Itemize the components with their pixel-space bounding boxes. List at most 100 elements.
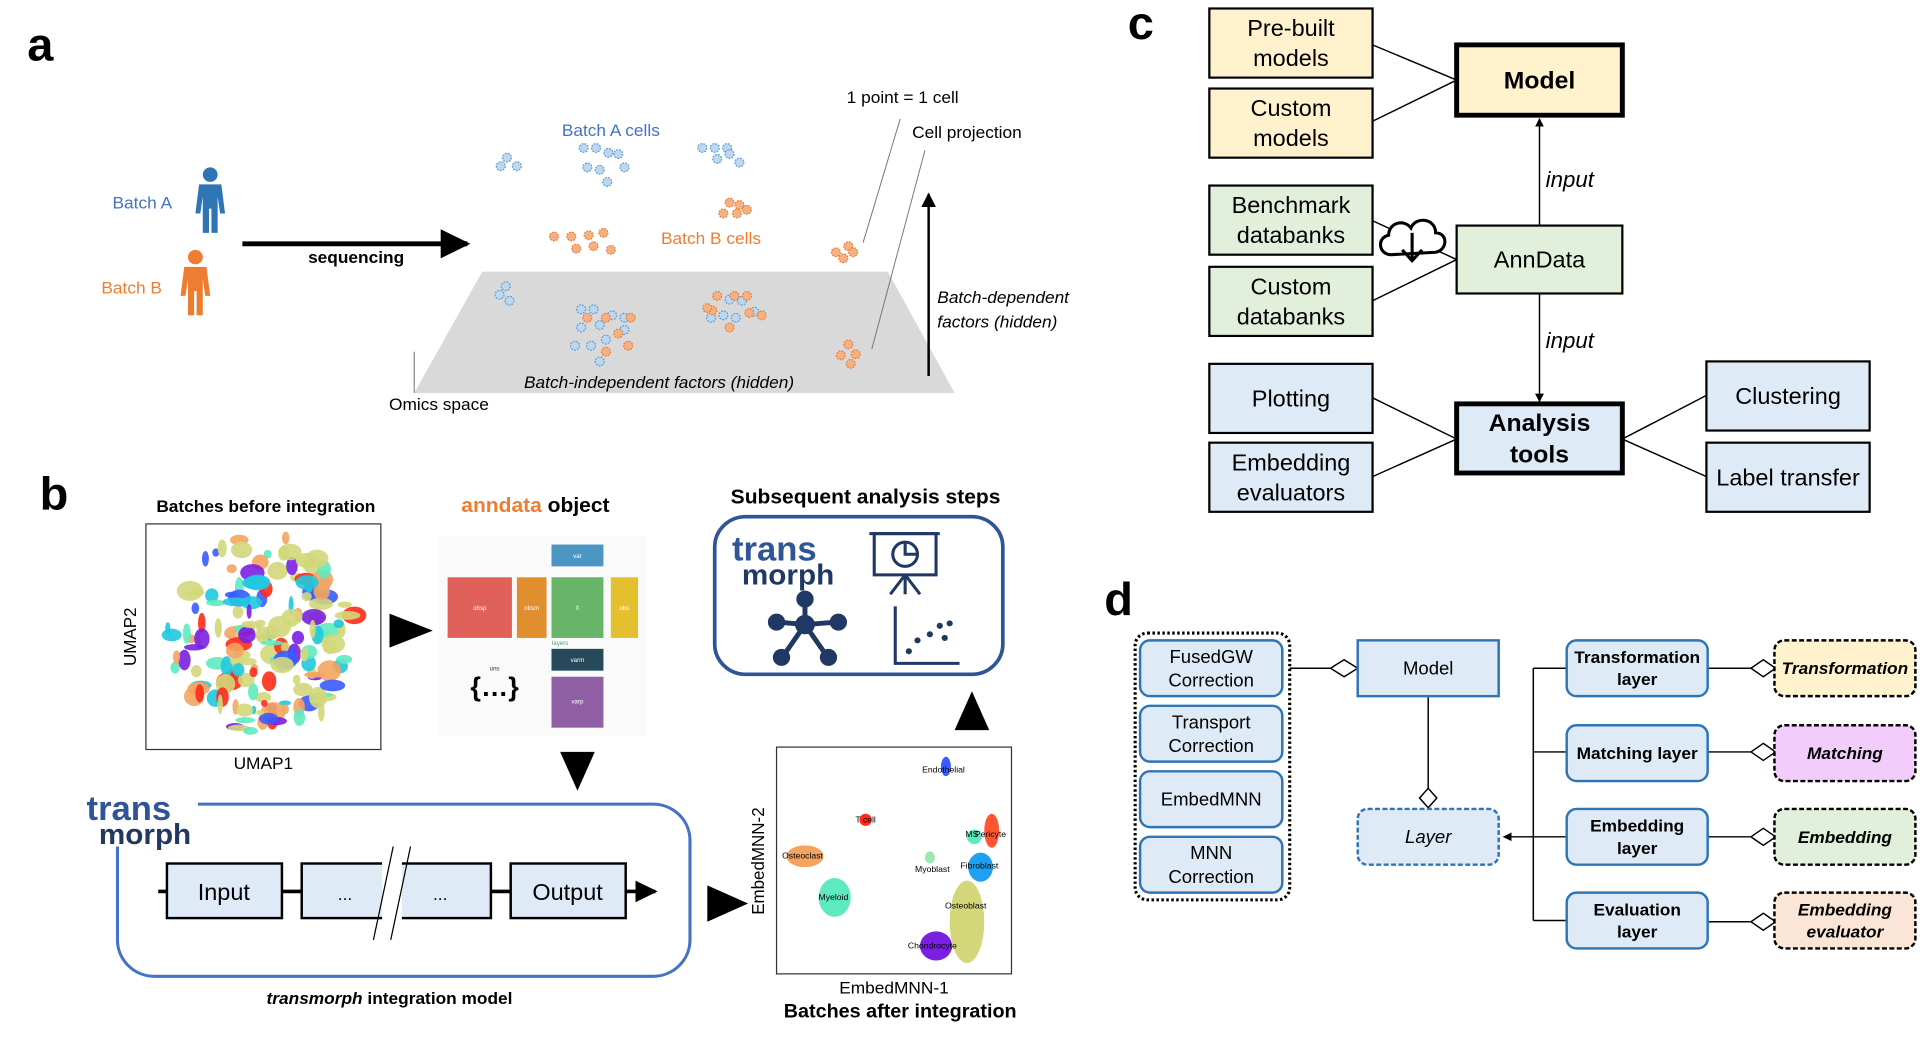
cell-point [588,304,599,315]
cell-cluster [333,619,344,629]
embed1-label: EmbedMNN-1 [839,977,949,997]
box-prebuilt-label: Pre-built [1247,15,1335,41]
cell-cluster [201,550,209,567]
implementation-box-label: Correction [1168,866,1254,887]
cell-cluster [281,704,289,715]
figure: a Batch A Batch B sequencing Omics space… [27,0,1917,1023]
layer-type-box-label: Evaluation [1593,900,1680,920]
cell-cluster [949,880,985,963]
cell-projection-label: Cell projection [912,122,1022,142]
box-custom-models-label: Custom [1251,95,1332,121]
cell-cluster [236,703,254,717]
box-benchmark-label: databanks [1237,222,1345,248]
diamond-icon [1749,742,1777,762]
cell-point [594,164,605,175]
layer-type-box-label: Embedding [1590,816,1684,836]
cell-type-label: Endothelial [922,765,965,775]
mid2-label: ... [433,884,447,904]
cell-cluster [317,702,325,722]
cell-cluster [305,549,329,568]
cell-cluster [301,592,312,602]
batch-a-label: Batch A [113,193,173,213]
cell-type-label: Osteoblast [945,900,987,910]
component-box-label: Matching [1807,743,1883,763]
cell-point [718,310,729,321]
cell-type-label: T cell [855,814,876,824]
box-analysis-tools-label: Analysis [1489,410,1591,437]
panel-d: d FusedGW Correction Transport Correction Em… [1104,573,1917,950]
cell-type-label: Chondrocyte [908,940,957,950]
cell-point [724,322,735,333]
implementation-box-label: EmbedMNN [1161,789,1262,810]
cell-point [850,349,861,360]
cell-cluster [270,656,294,674]
cell-cluster [225,642,244,659]
cell-cluster [161,628,182,642]
layer-type-box: Evaluationlayer [1565,891,1709,950]
cell-point [734,199,745,210]
cell-point [571,243,582,254]
cell-cluster [165,622,171,635]
cell-cluster [310,698,324,704]
cell-point [756,310,767,321]
layer-type-box: Matching layer [1565,724,1709,783]
cell-point [697,142,708,153]
box-custom-models-label: models [1253,125,1329,151]
cell-type-label: Pericyte [975,829,1006,839]
arrow-right-icon [707,885,749,922]
layer-type-box: Embeddinglayer [1565,807,1709,866]
cell-cluster [278,543,302,561]
implementation-box: Transport Correction [1138,704,1284,763]
cell-point [501,152,513,163]
cell-type-label: Myoblast [915,864,950,874]
batch-independent-label: Batch-independent factors (hidden) [524,372,794,392]
var-label: var [573,553,582,560]
cell-cluster [295,575,319,590]
varm-label: varm [571,657,585,664]
after-title: Batches after integration [784,1001,1017,1023]
box-clustering-label: Clustering [1735,383,1841,409]
cell-point [548,231,560,242]
umap1-label: UMAP1 [234,753,294,773]
subsequent-title: Subsequent analysis steps [731,485,1001,508]
pointer-line [862,118,901,243]
cell-cluster [232,663,245,677]
box-analysis-tools-label: tools [1510,442,1569,469]
cell-point [583,230,594,241]
cell-cluster [264,625,279,640]
cell-point [605,244,616,255]
pipeline: Input ... ... Output [165,846,627,941]
cell-cluster [243,726,258,735]
layer-type-box-label: Transformation [1574,647,1700,667]
cell-point [585,340,597,351]
component-box: Embedding [1773,807,1917,866]
cell-point [845,358,856,369]
cell-point [594,356,605,367]
cell-cluster [191,602,200,615]
batch-a-cells-label: Batch A cells [562,120,660,140]
panel-label-c: c [1128,0,1154,49]
box-model-label: Model [1504,68,1575,95]
model-caption: transmorph integration model [267,988,513,1008]
cell-cluster [242,576,269,590]
person-icon [180,249,211,316]
cell-cluster [337,601,352,608]
cell-type-label: Fibroblast [960,860,999,870]
box-custom-models: Custom models [1208,87,1374,159]
cell-point [600,312,611,323]
cell-cluster [267,561,288,580]
arrow-right-icon [389,613,433,648]
cell-cluster [178,649,191,671]
model-caption-italic: transmorph [267,988,363,1008]
cell-point [730,312,741,323]
implementation-box-label: Transport [1172,711,1251,732]
component-box-label: Transformation [1782,658,1909,678]
implementation-box: EmbedMNN [1138,770,1284,829]
cell-cluster [241,620,260,629]
cell-cluster [238,626,256,644]
cell-point [495,161,506,172]
input-label: Input [198,879,251,905]
cell-point [613,149,624,159]
panel-a: a Batch A Batch B sequencing Omics space… [27,19,1070,414]
box-model: Model [1454,42,1625,118]
